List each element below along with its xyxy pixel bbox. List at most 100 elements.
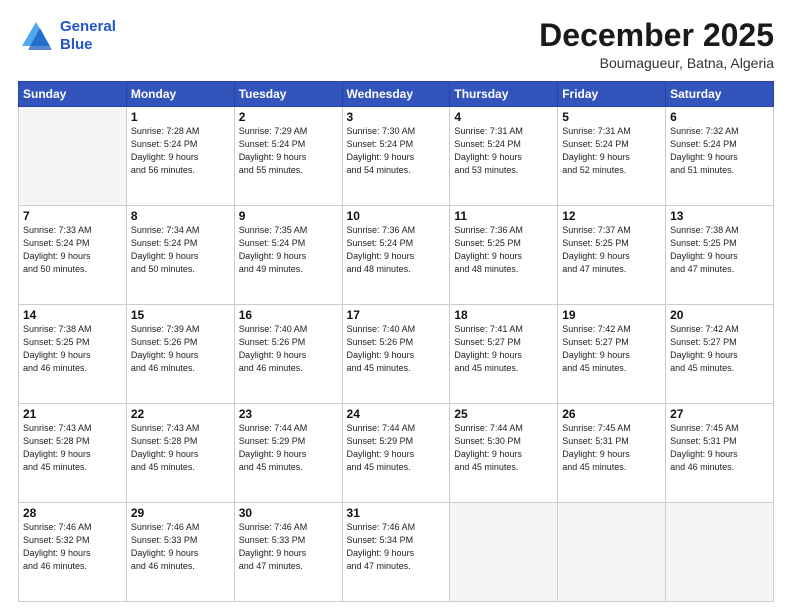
calendar-cell: 12Sunrise: 7:37 AM Sunset: 5:25 PM Dayli… (558, 206, 666, 305)
location-subtitle: Boumagueur, Batna, Algeria (539, 55, 774, 71)
cell-info: Sunrise: 7:44 AM Sunset: 5:30 PM Dayligh… (454, 422, 553, 474)
calendar-cell: 29Sunrise: 7:46 AM Sunset: 5:33 PM Dayli… (126, 503, 234, 602)
day-number: 20 (670, 308, 769, 322)
calendar-header-row: SundayMondayTuesdayWednesdayThursdayFrid… (19, 82, 774, 107)
calendar-cell: 3Sunrise: 7:30 AM Sunset: 5:24 PM Daylig… (342, 107, 450, 206)
header: General Blue December 2025 Boumagueur, B… (18, 18, 774, 71)
logo-text: General Blue (60, 18, 116, 54)
calendar-cell: 21Sunrise: 7:43 AM Sunset: 5:28 PM Dayli… (19, 404, 127, 503)
calendar-cell (450, 503, 558, 602)
calendar-table: SundayMondayTuesdayWednesdayThursdayFrid… (18, 81, 774, 602)
day-number: 4 (454, 110, 553, 124)
day-number: 8 (131, 209, 230, 223)
calendar-cell (666, 503, 774, 602)
day-number: 11 (454, 209, 553, 223)
cell-info: Sunrise: 7:29 AM Sunset: 5:24 PM Dayligh… (239, 125, 338, 177)
cell-info: Sunrise: 7:44 AM Sunset: 5:29 PM Dayligh… (347, 422, 446, 474)
calendar-cell: 19Sunrise: 7:42 AM Sunset: 5:27 PM Dayli… (558, 305, 666, 404)
calendar-cell: 30Sunrise: 7:46 AM Sunset: 5:33 PM Dayli… (234, 503, 342, 602)
calendar-cell: 4Sunrise: 7:31 AM Sunset: 5:24 PM Daylig… (450, 107, 558, 206)
calendar-cell: 14Sunrise: 7:38 AM Sunset: 5:25 PM Dayli… (19, 305, 127, 404)
day-number: 16 (239, 308, 338, 322)
calendar-cell: 6Sunrise: 7:32 AM Sunset: 5:24 PM Daylig… (666, 107, 774, 206)
calendar-cell: 8Sunrise: 7:34 AM Sunset: 5:24 PM Daylig… (126, 206, 234, 305)
calendar-week-row: 7Sunrise: 7:33 AM Sunset: 5:24 PM Daylig… (19, 206, 774, 305)
day-number: 7 (23, 209, 122, 223)
day-number: 13 (670, 209, 769, 223)
day-number: 17 (347, 308, 446, 322)
cell-info: Sunrise: 7:34 AM Sunset: 5:24 PM Dayligh… (131, 224, 230, 276)
day-number: 6 (670, 110, 769, 124)
cell-info: Sunrise: 7:46 AM Sunset: 5:33 PM Dayligh… (131, 521, 230, 573)
calendar-cell: 28Sunrise: 7:46 AM Sunset: 5:32 PM Dayli… (19, 503, 127, 602)
day-number: 26 (562, 407, 661, 421)
cell-info: Sunrise: 7:36 AM Sunset: 5:25 PM Dayligh… (454, 224, 553, 276)
calendar-cell: 27Sunrise: 7:45 AM Sunset: 5:31 PM Dayli… (666, 404, 774, 503)
cell-info: Sunrise: 7:43 AM Sunset: 5:28 PM Dayligh… (131, 422, 230, 474)
col-header-tuesday: Tuesday (234, 82, 342, 107)
cell-info: Sunrise: 7:35 AM Sunset: 5:24 PM Dayligh… (239, 224, 338, 276)
day-number: 29 (131, 506, 230, 520)
logo: General Blue (18, 18, 116, 54)
cell-info: Sunrise: 7:30 AM Sunset: 5:24 PM Dayligh… (347, 125, 446, 177)
calendar-cell: 24Sunrise: 7:44 AM Sunset: 5:29 PM Dayli… (342, 404, 450, 503)
day-number: 12 (562, 209, 661, 223)
day-number: 24 (347, 407, 446, 421)
cell-info: Sunrise: 7:39 AM Sunset: 5:26 PM Dayligh… (131, 323, 230, 375)
calendar-cell (558, 503, 666, 602)
day-number: 23 (239, 407, 338, 421)
cell-info: Sunrise: 7:40 AM Sunset: 5:26 PM Dayligh… (239, 323, 338, 375)
calendar-cell: 22Sunrise: 7:43 AM Sunset: 5:28 PM Dayli… (126, 404, 234, 503)
month-title: December 2025 (539, 18, 774, 53)
calendar-cell: 31Sunrise: 7:46 AM Sunset: 5:34 PM Dayli… (342, 503, 450, 602)
calendar-cell: 26Sunrise: 7:45 AM Sunset: 5:31 PM Dayli… (558, 404, 666, 503)
day-number: 25 (454, 407, 553, 421)
day-number: 15 (131, 308, 230, 322)
calendar-cell: 11Sunrise: 7:36 AM Sunset: 5:25 PM Dayli… (450, 206, 558, 305)
day-number: 27 (670, 407, 769, 421)
cell-info: Sunrise: 7:41 AM Sunset: 5:27 PM Dayligh… (454, 323, 553, 375)
calendar-week-row: 14Sunrise: 7:38 AM Sunset: 5:25 PM Dayli… (19, 305, 774, 404)
calendar-week-row: 28Sunrise: 7:46 AM Sunset: 5:32 PM Dayli… (19, 503, 774, 602)
calendar-cell: 15Sunrise: 7:39 AM Sunset: 5:26 PM Dayli… (126, 305, 234, 404)
calendar-cell: 16Sunrise: 7:40 AM Sunset: 5:26 PM Dayli… (234, 305, 342, 404)
col-header-saturday: Saturday (666, 82, 774, 107)
day-number: 18 (454, 308, 553, 322)
calendar-cell: 25Sunrise: 7:44 AM Sunset: 5:30 PM Dayli… (450, 404, 558, 503)
cell-info: Sunrise: 7:38 AM Sunset: 5:25 PM Dayligh… (23, 323, 122, 375)
cell-info: Sunrise: 7:45 AM Sunset: 5:31 PM Dayligh… (670, 422, 769, 474)
cell-info: Sunrise: 7:46 AM Sunset: 5:32 PM Dayligh… (23, 521, 122, 573)
calendar-cell: 1Sunrise: 7:28 AM Sunset: 5:24 PM Daylig… (126, 107, 234, 206)
col-header-sunday: Sunday (19, 82, 127, 107)
title-block: December 2025 Boumagueur, Batna, Algeria (539, 18, 774, 71)
calendar-cell: 7Sunrise: 7:33 AM Sunset: 5:24 PM Daylig… (19, 206, 127, 305)
cell-info: Sunrise: 7:42 AM Sunset: 5:27 PM Dayligh… (670, 323, 769, 375)
day-number: 31 (347, 506, 446, 520)
col-header-monday: Monday (126, 82, 234, 107)
calendar-cell: 17Sunrise: 7:40 AM Sunset: 5:26 PM Dayli… (342, 305, 450, 404)
calendar-week-row: 21Sunrise: 7:43 AM Sunset: 5:28 PM Dayli… (19, 404, 774, 503)
calendar-cell: 20Sunrise: 7:42 AM Sunset: 5:27 PM Dayli… (666, 305, 774, 404)
cell-info: Sunrise: 7:40 AM Sunset: 5:26 PM Dayligh… (347, 323, 446, 375)
day-number: 14 (23, 308, 122, 322)
calendar-cell: 10Sunrise: 7:36 AM Sunset: 5:24 PM Dayli… (342, 206, 450, 305)
day-number: 9 (239, 209, 338, 223)
calendar-cell: 5Sunrise: 7:31 AM Sunset: 5:24 PM Daylig… (558, 107, 666, 206)
cell-info: Sunrise: 7:45 AM Sunset: 5:31 PM Dayligh… (562, 422, 661, 474)
page: General Blue December 2025 Boumagueur, B… (0, 0, 792, 612)
calendar-cell: 23Sunrise: 7:44 AM Sunset: 5:29 PM Dayli… (234, 404, 342, 503)
cell-info: Sunrise: 7:43 AM Sunset: 5:28 PM Dayligh… (23, 422, 122, 474)
day-number: 28 (23, 506, 122, 520)
cell-info: Sunrise: 7:31 AM Sunset: 5:24 PM Dayligh… (454, 125, 553, 177)
cell-info: Sunrise: 7:36 AM Sunset: 5:24 PM Dayligh… (347, 224, 446, 276)
day-number: 30 (239, 506, 338, 520)
col-header-friday: Friday (558, 82, 666, 107)
col-header-wednesday: Wednesday (342, 82, 450, 107)
calendar-cell (19, 107, 127, 206)
cell-info: Sunrise: 7:31 AM Sunset: 5:24 PM Dayligh… (562, 125, 661, 177)
calendar-cell: 2Sunrise: 7:29 AM Sunset: 5:24 PM Daylig… (234, 107, 342, 206)
day-number: 19 (562, 308, 661, 322)
cell-info: Sunrise: 7:46 AM Sunset: 5:34 PM Dayligh… (347, 521, 446, 573)
day-number: 10 (347, 209, 446, 223)
day-number: 21 (23, 407, 122, 421)
